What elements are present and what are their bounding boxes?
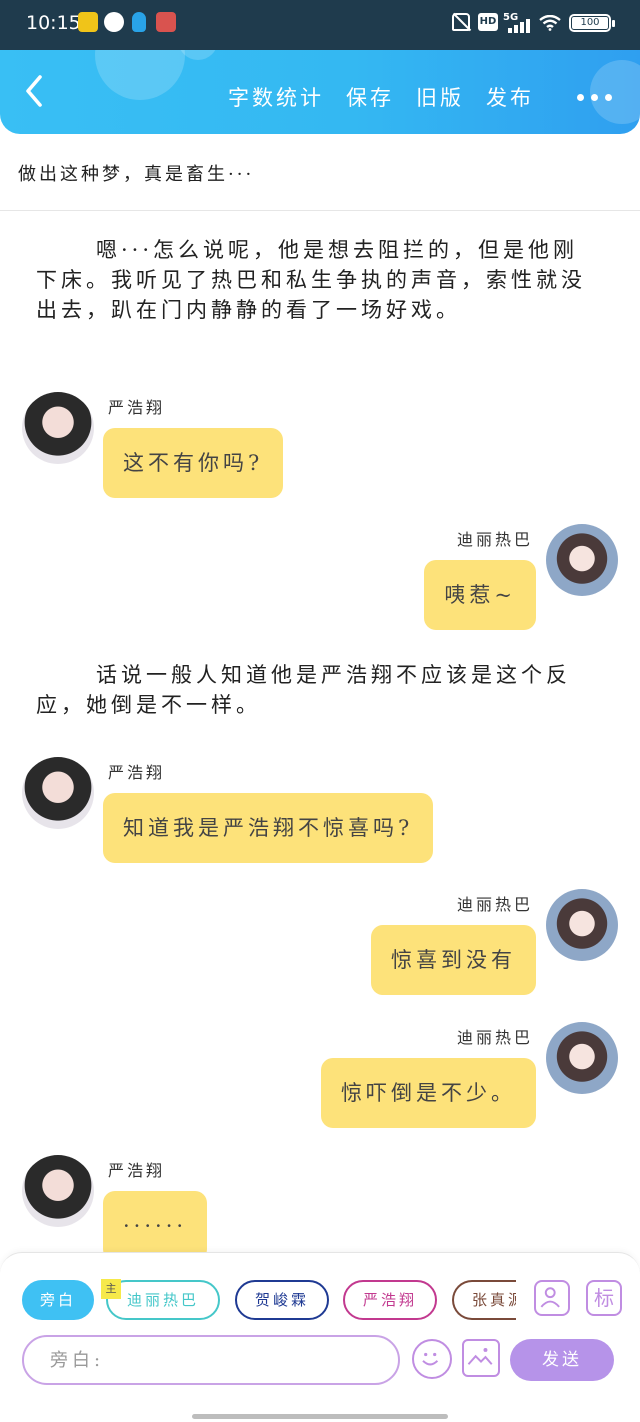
decor-bubble <box>590 60 640 124</box>
role-chip-he-junlin[interactable]: 贺峻霖 <box>235 1280 329 1320</box>
image-button[interactable] <box>462 1339 500 1377</box>
hd-icon: HD <box>478 13 498 31</box>
role-chip-zhang-zhenyuan[interactable]: 张真源 <box>452 1280 516 1320</box>
signal-icon <box>508 17 532 33</box>
message-bubble[interactable]: 知道我是严浩翔不惊喜吗? <box>103 793 434 863</box>
message-input[interactable] <box>22 1335 400 1385</box>
old-version-button[interactable]: 旧版 <box>416 82 464 112</box>
speed-app-icon <box>104 12 124 32</box>
role-chip-dilireba[interactable]: 迪丽热巴 <box>106 1280 220 1320</box>
status-bar: 10:15 HD 5G 100 <box>0 0 640 50</box>
back-button[interactable] <box>18 70 54 112</box>
speaker-name: 迪丽热巴 <box>456 530 533 549</box>
avatar[interactable] <box>22 1155 94 1227</box>
main-role-tag: 主 <box>101 1279 121 1299</box>
back-arrow-icon <box>26 75 42 107</box>
message-bubble[interactable]: 惊吓倒是不少。 <box>321 1058 536 1128</box>
role-manager-button[interactable] <box>534 1280 570 1316</box>
battery-icon: 100 <box>569 14 615 32</box>
qq-icon <box>132 12 146 32</box>
chapter-title[interactable]: 做出这种梦，真是畜生··· <box>18 160 254 186</box>
music-app-icon <box>78 12 98 32</box>
more-menu-button[interactable] <box>577 94 612 101</box>
message-bubble[interactable]: 这不有你吗? <box>103 428 284 498</box>
avatar[interactable] <box>22 392 94 464</box>
avatar[interactable] <box>546 524 618 596</box>
narration-paragraph[interactable]: 嗯···怎么说呢，他是想去阻拦的，但是他刚下床。我听见了热巴和私生争执的声音，索… <box>36 235 596 325</box>
header-actions: 字数统计 保存 旧版 发布 <box>228 82 534 112</box>
image-icon <box>467 1347 493 1365</box>
speaker-name: 迪丽热巴 <box>456 895 533 914</box>
speaker-name: 迪丽热巴 <box>456 1028 533 1047</box>
message-bubble[interactable]: 惊喜到没有 <box>371 925 536 995</box>
speaker-name: 严浩翔 <box>108 763 166 782</box>
mute-icon <box>452 13 470 31</box>
divider <box>0 210 640 211</box>
avatar-app-icon <box>156 12 176 32</box>
avatar[interactable] <box>546 889 618 961</box>
save-button[interactable]: 保存 <box>346 82 394 112</box>
speaker-name: 严浩翔 <box>108 398 166 417</box>
editor-header: 字数统计 保存 旧版 发布 <box>0 50 640 134</box>
decor-bubble <box>95 50 185 100</box>
home-indicator[interactable] <box>192 1414 448 1419</box>
publish-button[interactable]: 发布 <box>486 82 534 112</box>
word-count-button[interactable]: 字数统计 <box>228 82 324 112</box>
narration-paragraph[interactable]: 话说一般人知道他是严浩翔不应该是这个反应，她倒是不一样。 <box>36 660 596 720</box>
speaker-name: 严浩翔 <box>108 1161 166 1180</box>
send-button[interactable]: 发送 <box>510 1339 614 1381</box>
tag-button[interactable]: 标 <box>586 1280 622 1316</box>
avatar[interactable] <box>546 1022 618 1094</box>
composer-panel: 旁白 迪丽热巴 主 贺峻霖 严浩翔 张真源 标 发送 <box>0 1252 640 1386</box>
role-chip-yan-haoxiang[interactable]: 严浩翔 <box>343 1280 437 1320</box>
avatar[interactable] <box>22 757 94 829</box>
wifi-icon <box>539 15 561 31</box>
message-bubble[interactable]: 咦惹~ <box>424 560 536 630</box>
app-screen: 10:15 HD 5G 100 字数统计 保存 旧版 发布 做出这种梦，真是畜生… <box>0 0 640 1422</box>
role-chip-narrator[interactable]: 旁白 <box>22 1280 94 1320</box>
smiley-icon <box>422 1352 439 1366</box>
battery-level: 100 <box>580 17 600 28</box>
message-bubble[interactable]: ······ <box>103 1191 208 1261</box>
emoji-button[interactable] <box>412 1339 452 1379</box>
status-time: 10:15 <box>26 12 81 34</box>
person-icon <box>540 1287 560 1308</box>
